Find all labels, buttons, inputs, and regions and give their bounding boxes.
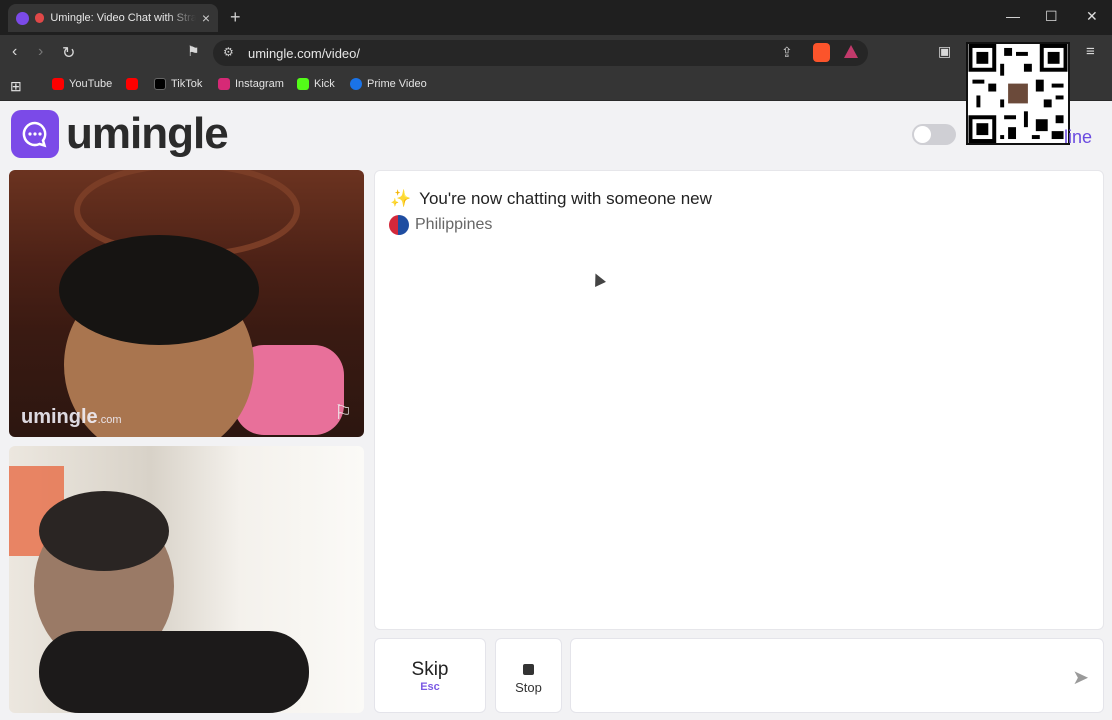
tab-close-icon[interactable]: × [202, 10, 210, 26]
country-name: Philippines [415, 216, 493, 233]
menu-icon[interactable]: ≡ [1086, 43, 1095, 60]
chat-status: ✨ You're now chatting with someone new [390, 189, 712, 209]
video-watermark: umingle.com [21, 406, 122, 428]
address-row: ‹ › ↻ ⚑ ⚙ umingle.com/video/ ⇪ ▣ ≡ [0, 35, 1112, 71]
skip-shortcut: Esc [420, 681, 440, 693]
chat-status-text: You're now chatting with someone new [419, 189, 712, 208]
bookmark-icon[interactable]: ⚑ [187, 43, 200, 60]
stop-label: Stop [515, 680, 542, 695]
kick-icon [297, 78, 309, 90]
bookmark-kick[interactable]: Kick [297, 78, 335, 90]
site-logo[interactable]: umingle [11, 109, 229, 159]
stranger-video: umingle.com ⚐ [9, 170, 364, 437]
self-video [9, 446, 364, 713]
minimize-icon[interactable]: — [1006, 8, 1020, 24]
sparkle-icon: ✨ [390, 189, 412, 208]
apps-grid-icon[interactable]: ⊞ [10, 78, 22, 95]
address-bar[interactable]: ⚙ umingle.com/video/ ⇪ [213, 40, 868, 66]
new-tab-button[interactable]: + [230, 7, 241, 28]
online-count-label: line [1064, 127, 1093, 147]
youtube-icon [126, 78, 138, 90]
umingle-favicon-icon [16, 11, 29, 25]
recording-icon [34, 13, 45, 23]
philippines-flag-icon [389, 215, 409, 235]
stop-button[interactable]: Stop [495, 638, 562, 713]
bookmark-instagram[interactable]: Instagram [218, 78, 284, 90]
skip-label: Skip [411, 659, 449, 680]
bookmark-youtube[interactable]: YouTube [52, 78, 112, 90]
theme-toggle[interactable] [912, 124, 956, 145]
stranger-country: Philippines [389, 215, 492, 235]
stop-icon [523, 664, 534, 675]
back-icon[interactable]: ‹ [12, 43, 17, 61]
qr-code [966, 42, 1070, 145]
send-icon[interactable]: ➤ [1072, 665, 1089, 690]
logo-text: umingle [66, 109, 229, 158]
chat-panel: ✨ You're now chatting with someone new P… [374, 170, 1104, 630]
browser-tab[interactable]: Umingle: Video Chat with Strangers × [8, 4, 218, 32]
bookmark-prime-video[interactable]: Prime Video [350, 78, 427, 90]
stranger-video-frame [59, 170, 344, 437]
qr-code-icon [968, 44, 1068, 143]
prime-video-icon [350, 78, 362, 90]
bookmarks-bar: ⊞ YouTube TikTok Instagram Kick Prime Vi… [0, 71, 1112, 101]
tab-title: Umingle: Video Chat with Strangers [50, 12, 196, 24]
brave-rewards-icon[interactable] [844, 45, 858, 58]
instagram-icon [218, 78, 230, 90]
tab-search-icon[interactable]: ▣ [938, 43, 951, 60]
bookmark-tiktok[interactable]: TikTok [154, 78, 202, 90]
chat-bubble-icon [11, 110, 59, 158]
brave-shields-icon[interactable] [813, 43, 830, 62]
maximize-icon[interactable]: ☐ [1045, 8, 1058, 25]
share-icon[interactable]: ⇪ [781, 44, 793, 61]
report-flag-icon[interactable]: ⚐ [334, 400, 352, 425]
youtube-icon [52, 78, 64, 90]
self-video-frame [9, 466, 309, 713]
tab-bar: Umingle: Video Chat with Strangers × + —… [0, 0, 1112, 35]
reload-icon[interactable]: ↻ [62, 43, 75, 63]
site-info-icon[interactable]: ⚙ [223, 45, 234, 59]
tiktok-icon [154, 78, 166, 90]
toggle-knob [914, 126, 931, 143]
message-input[interactable]: ➤ [570, 638, 1104, 713]
forward-icon[interactable]: › [38, 43, 43, 61]
close-window-icon[interactable]: ✕ [1086, 8, 1098, 25]
url-text: umingle.com/video/ [248, 46, 360, 61]
skip-button[interactable]: Skip Esc [374, 638, 486, 713]
bookmark-youtube-2[interactable] [126, 78, 138, 90]
